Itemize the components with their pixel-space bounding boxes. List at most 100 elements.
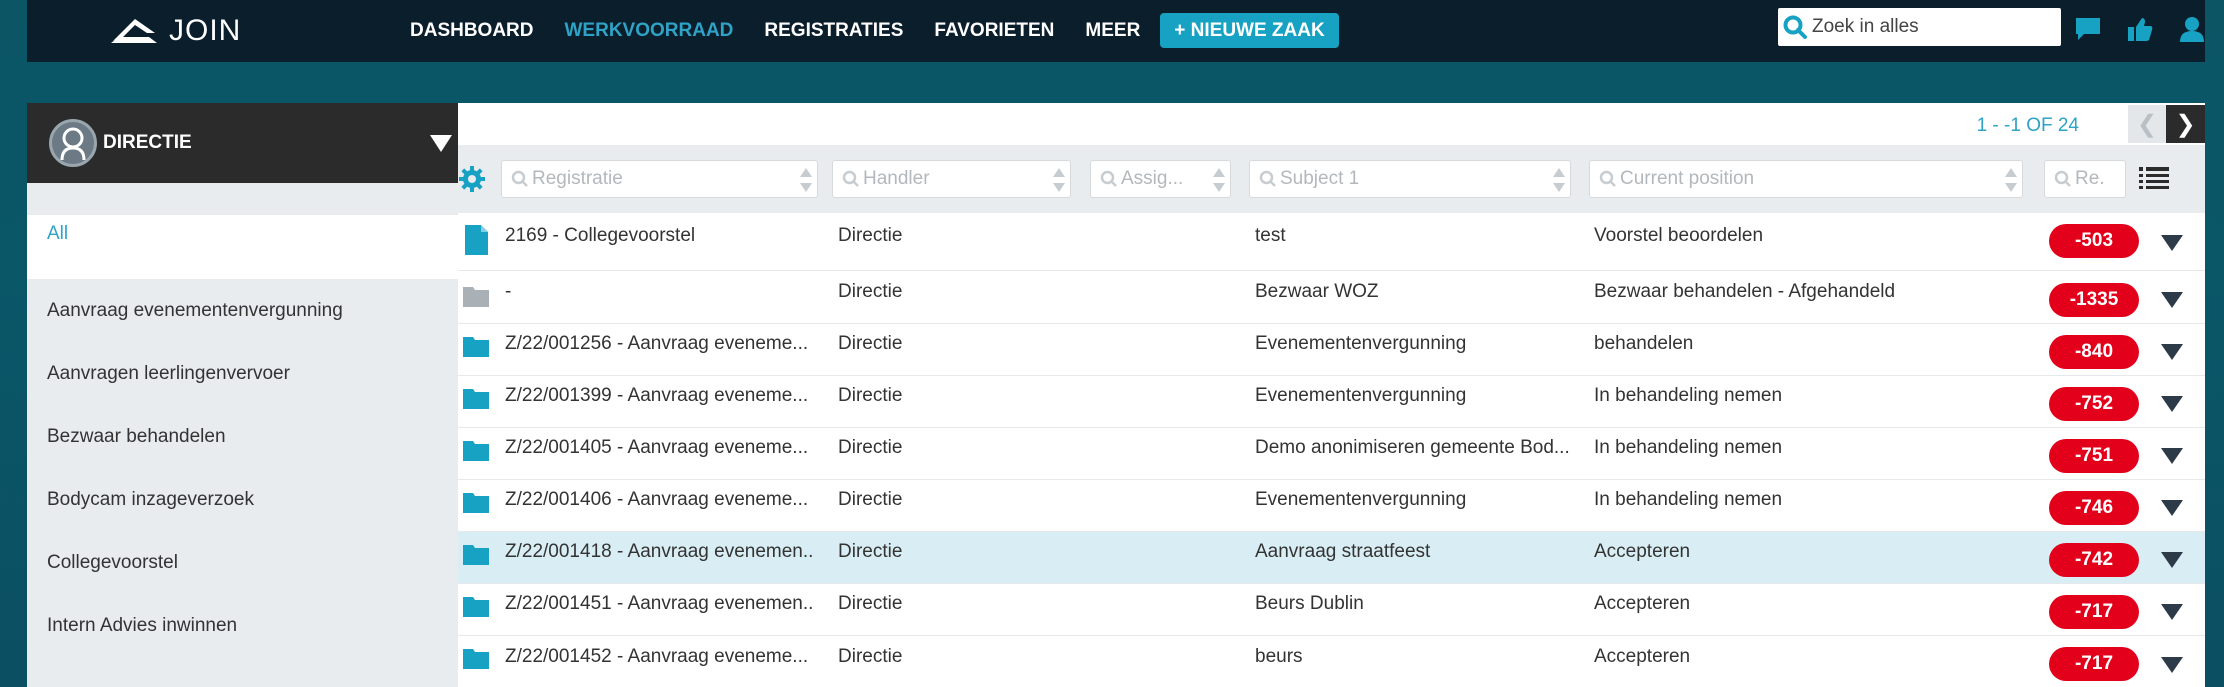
filter-remaining-input[interactable]: [2075, 168, 2103, 190]
handler-cell: Directie: [838, 225, 903, 246]
filter-position: [1589, 160, 2023, 198]
registratie-cell[interactable]: Z/22/001399 - Aanvraag eveneme...: [505, 385, 815, 407]
pager-text: 1 - -1 OF 24: [1976, 115, 2079, 136]
registratie-cell[interactable]: Z/22/001451 - Aanvraag evenemen...: [505, 593, 815, 615]
position-cell: Accepteren: [1594, 593, 1691, 614]
sort-icon[interactable]: [1552, 166, 1566, 194]
filter-bar: [458, 145, 2205, 213]
search-icon: [1256, 167, 1280, 191]
search-icon: [2051, 167, 2075, 191]
nav-werkvoorraad[interactable]: WERKVOORRAAD: [565, 20, 734, 42]
subject-cell: test: [1255, 225, 1286, 246]
search-icon[interactable]: [1778, 8, 1812, 46]
registratie-cell[interactable]: Z/22/001418 - Aanvraag evenemen...: [505, 541, 815, 563]
filter-handler: [832, 160, 1071, 198]
table-row[interactable]: Z/22/001406 - Aanvraag eveneme... Direct…: [458, 480, 2205, 532]
folder-icon: [463, 597, 489, 617]
sidebar-item-evenementenvergunning[interactable]: Aanvraag evenementenvergunning: [27, 279, 458, 342]
sidebar-header[interactable]: DIRECTIE: [27, 103, 458, 183]
sort-icon[interactable]: [1052, 166, 1066, 194]
folder-icon: [463, 545, 489, 565]
filter-registratie-input[interactable]: [532, 168, 795, 190]
filter-assigned: [1090, 160, 1231, 198]
group-avatar-icon: [49, 119, 97, 167]
nav-registraties[interactable]: REGISTRATIES: [764, 20, 903, 42]
days-remaining-badge: -742: [2049, 543, 2139, 577]
chevron-down-icon[interactable]: [2161, 344, 2183, 360]
thumbs-up-icon[interactable]: [2125, 14, 2155, 44]
table-row[interactable]: Z/22/001399 - Aanvraag eveneme... Direct…: [458, 376, 2205, 428]
sidebar-item-leerlingenvervoer[interactable]: Aanvragen leerlingenvervoer: [27, 342, 458, 405]
previous-page-button[interactable]: ❮: [2128, 105, 2166, 143]
position-cell: In behandeling nemen: [1594, 385, 1783, 406]
registratie-cell[interactable]: -: [505, 281, 815, 303]
chevron-down-icon[interactable]: [2161, 657, 2183, 673]
sidebar-item-collegevoorstel[interactable]: Collegevoorstel: [27, 531, 458, 594]
search-input[interactable]: [1812, 12, 2052, 42]
table-row[interactable]: Z/22/001405 - Aanvraag eveneme... Direct…: [458, 428, 2205, 480]
sort-icon[interactable]: [799, 166, 813, 194]
gear-icon[interactable]: [458, 165, 486, 193]
nav-meer[interactable]: MEER: [1085, 20, 1140, 42]
user-icon[interactable]: [2177, 14, 2207, 44]
table-row-selected[interactable]: Z/22/001418 - Aanvraag evenemen... Direc…: [458, 532, 2205, 584]
table-row[interactable]: - Directie Bezwaar WOZ Bezwaar behandele…: [458, 271, 2205, 324]
subject-cell: Evenementenvergunning: [1255, 333, 1467, 354]
chevron-down-icon[interactable]: [2161, 604, 2183, 620]
days-remaining-badge: -503: [2049, 224, 2139, 258]
sidebar-item-bezwaar[interactable]: Bezwaar behandelen: [27, 405, 458, 468]
chevron-down-icon[interactable]: [2161, 396, 2183, 412]
subject-cell: beurs: [1255, 646, 1303, 667]
filter-handler-input[interactable]: [863, 168, 1048, 190]
chevron-down-icon[interactable]: [2161, 292, 2183, 308]
registratie-cell[interactable]: 2169 - Collegevoorstel: [505, 225, 815, 247]
sidebar-title: DIRECTIE: [103, 132, 192, 153]
subject-cell: Evenementenvergunning: [1255, 385, 1467, 406]
logo-text: JOIN: [169, 14, 242, 47]
handler-cell: Directie: [838, 646, 903, 667]
next-page-button[interactable]: ❯: [2166, 105, 2205, 143]
global-search: [1778, 8, 2061, 46]
handler-cell: Directie: [838, 281, 903, 302]
folder-icon: [463, 649, 489, 669]
chat-icon[interactable]: [2073, 14, 2103, 44]
search-icon: [1596, 167, 1620, 191]
handler-cell: Directie: [838, 593, 903, 614]
table-row[interactable]: Z/22/001256 - Aanvraag eveneme... Direct…: [458, 324, 2205, 376]
work-queue-panel: 1 - -1 OF 24 ❮ ❯ Registratie Handler Ass…: [458, 103, 2205, 687]
app-logo[interactable]: JOIN: [109, 12, 241, 50]
table-row[interactable]: Z/22/001452 - Aanvraag eveneme... Direct…: [458, 636, 2205, 687]
sidebar-item-bodycam[interactable]: Bodycam inzageverzoek: [27, 468, 458, 531]
list-view-icon[interactable]: [2139, 165, 2169, 191]
chevron-down-icon[interactable]: [2161, 500, 2183, 516]
table-row[interactable]: 2169 - Collegevoorstel Directie test Voo…: [458, 213, 2205, 271]
sort-icon[interactable]: [1212, 166, 1226, 194]
sidebar-item-intern-advies[interactable]: Intern Advies inwinnen: [27, 594, 458, 657]
chevron-down-icon[interactable]: [2161, 235, 2183, 251]
position-cell: Accepteren: [1594, 646, 1691, 667]
nav-dashboard[interactable]: DASHBOARD: [410, 20, 534, 42]
filter-position-input[interactable]: [1620, 168, 2000, 190]
nav-favorieten[interactable]: FAVORIETEN: [934, 20, 1054, 42]
handler-cell: Directie: [838, 437, 903, 458]
new-case-button[interactable]: + NIEUWE ZAAK: [1160, 13, 1339, 48]
filter-assigned-input[interactable]: [1121, 168, 1208, 190]
registratie-cell[interactable]: Z/22/001406 - Aanvraag eveneme...: [505, 489, 815, 511]
handler-cell: Directie: [838, 333, 903, 354]
sidebar-item-all[interactable]: All: [27, 215, 458, 279]
sidebar: DIRECTIE All Aanvraag evenementenvergunn…: [27, 103, 458, 687]
position-cell: In behandeling nemen: [1594, 489, 1783, 510]
join-logo-icon: [111, 19, 157, 43]
handler-cell: Directie: [838, 385, 903, 406]
position-cell: behandelen: [1594, 333, 1694, 354]
filter-subject-input[interactable]: [1280, 168, 1548, 190]
chevron-down-icon[interactable]: [430, 135, 452, 152]
registratie-cell[interactable]: Z/22/001405 - Aanvraag eveneme...: [505, 437, 815, 459]
chevron-down-icon[interactable]: [2161, 448, 2183, 464]
chevron-down-icon[interactable]: [2161, 552, 2183, 568]
registratie-cell[interactable]: Z/22/001256 - Aanvraag eveneme...: [505, 333, 815, 355]
sort-icon[interactable]: [2004, 166, 2018, 194]
registratie-cell[interactable]: Z/22/001452 - Aanvraag eveneme...: [505, 646, 815, 668]
folder-icon: [463, 389, 489, 409]
table-row[interactable]: Z/22/001451 - Aanvraag evenemen... Direc…: [458, 584, 2205, 636]
